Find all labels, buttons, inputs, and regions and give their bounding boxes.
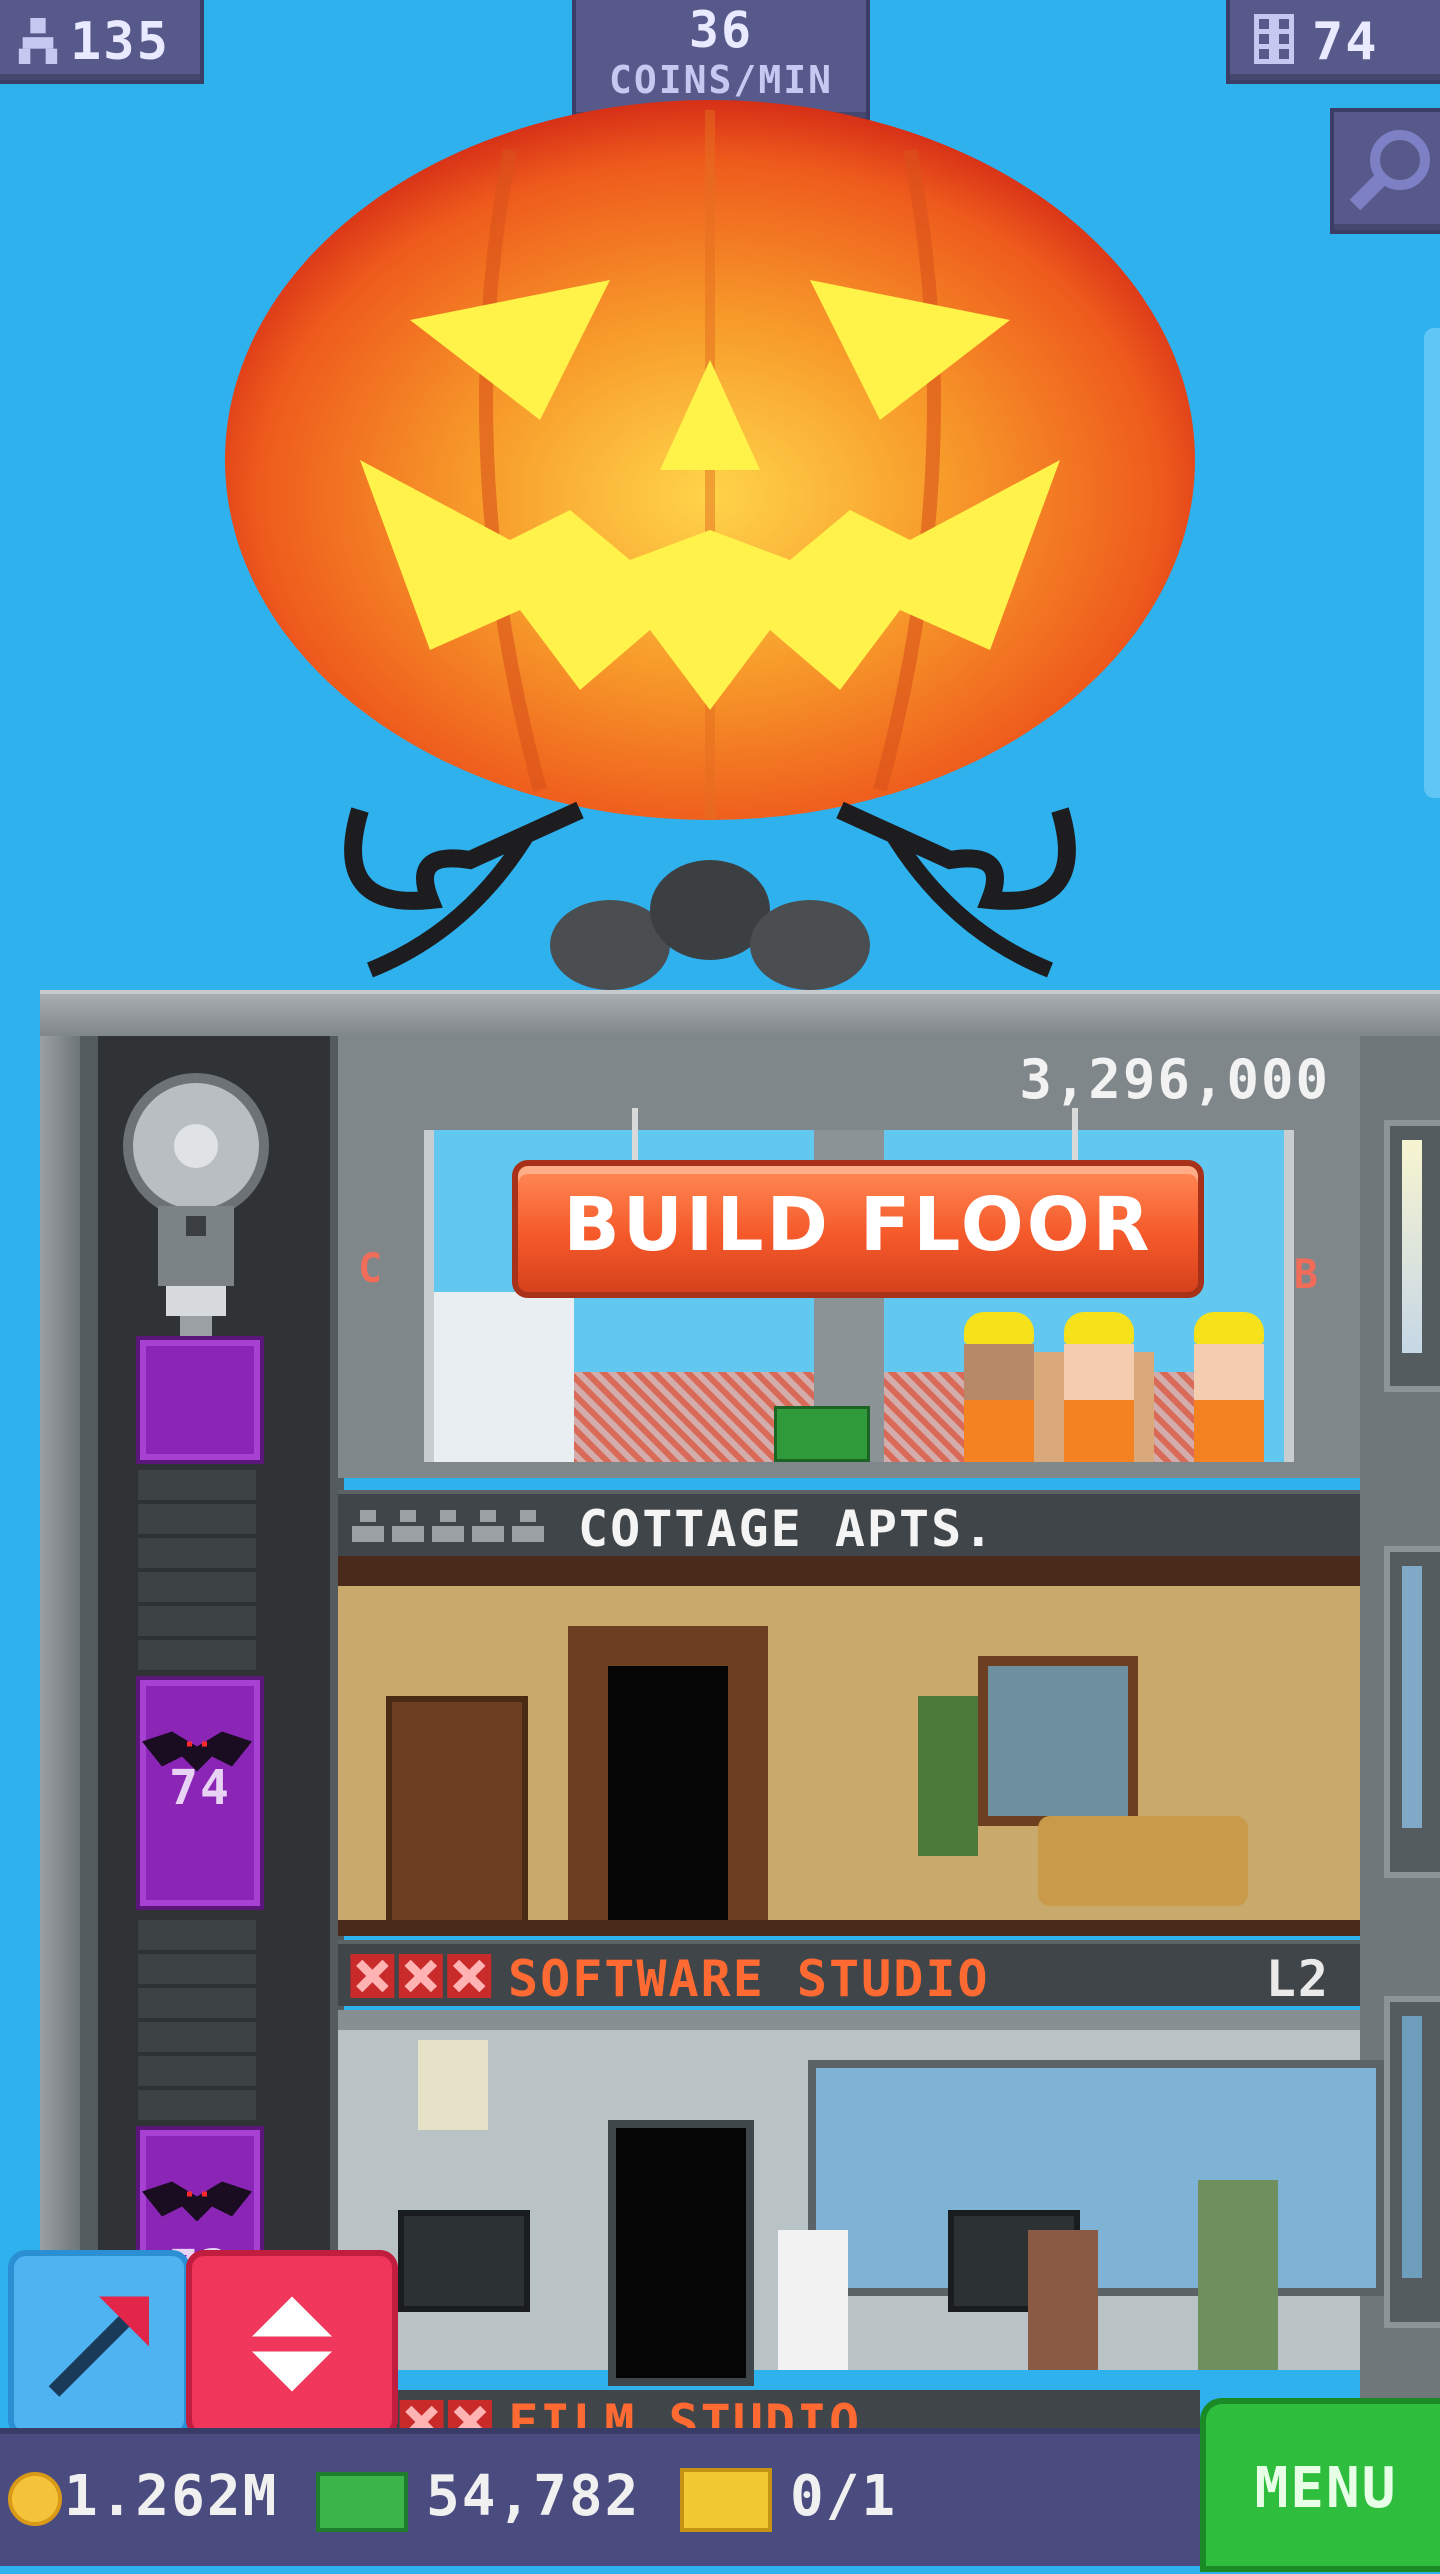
ticket-icon: [680, 2468, 772, 2532]
pumpkin-roof-decoration: [210, 90, 1210, 990]
sign-hanger: [632, 1108, 638, 1160]
shaft-bricks: [138, 1920, 256, 2120]
closed-marks-icon: [350, 1954, 492, 1998]
worker: [778, 2230, 848, 2370]
worker: [1194, 1312, 1264, 1462]
tower-bux-icon: [316, 2472, 408, 2532]
up-down-arrows-icon: [252, 2296, 332, 2392]
elevator-control-button[interactable]: [186, 2250, 398, 2438]
floor-count-value: 74: [1312, 12, 1379, 72]
bat-icon: [142, 2181, 252, 2222]
elevator-car-top[interactable]: [136, 1336, 264, 1464]
elevator-stop-74[interactable]: 74: [136, 1676, 264, 1910]
build-floor-button[interactable]: BUILD FLOOR: [512, 1160, 1204, 1298]
arrow-icon: [48, 2296, 149, 2397]
population-value: 135: [70, 12, 170, 72]
right-window: [1384, 1546, 1440, 1878]
floor-tag-left: C: [358, 1246, 385, 1292]
coins-per-min-value: 36: [688, 1, 754, 59]
bux-value: 54,782: [426, 2464, 641, 2529]
build-cost: 3,296,000: [1019, 1048, 1330, 1111]
floor-label-film-studio[interactable]: FILM STUDIO: [338, 2390, 1200, 2430]
tickets-value: 0/1: [790, 2464, 898, 2529]
floor-counter[interactable]: 74: [1226, 0, 1440, 84]
population-counter[interactable]: 135: [0, 0, 204, 84]
floor-label-software-studio[interactable]: SOFTWARE STUDIO L2: [338, 1940, 1360, 2008]
zoom-button[interactable]: [1330, 108, 1440, 234]
right-window: [1384, 1996, 1440, 2328]
floor-name: SOFTWARE STUDIO: [508, 1950, 990, 2008]
sign-hanger: [1072, 1108, 1078, 1160]
coin-icon: [8, 2472, 62, 2526]
software-studio-room[interactable]: [338, 2010, 1384, 2386]
shaft-bricks: [138, 1470, 256, 1670]
floor-label-cottage[interactable]: COTTAGE APTS.: [338, 1490, 1360, 1558]
person-icon: [18, 18, 58, 64]
closed-marks-icon: [399, 2400, 492, 2430]
coins-value: 1.262M: [64, 2464, 279, 2529]
magnifier-icon: [1349, 130, 1430, 211]
floor-level: L2: [1265, 1950, 1330, 2008]
worker: [1064, 1312, 1134, 1462]
right-window: [1384, 1120, 1440, 1392]
jack-o-lantern-image: [225, 100, 1195, 990]
tower-left-wall: [40, 1036, 80, 2456]
floor-name: FILM STUDIO: [508, 2394, 862, 2430]
bat-icon: [142, 1731, 252, 1772]
resident-slots-icon: [352, 1510, 544, 1542]
worker: [1028, 2230, 1098, 2370]
elevator-motor-icon: [123, 1073, 269, 1336]
side-drawer-tab[interactable]: [1424, 328, 1440, 798]
building-icon: [1254, 14, 1294, 64]
tower-roof: [40, 990, 1440, 1040]
cottage-apartment-room[interactable]: [338, 1556, 1360, 1936]
worker: [964, 1312, 1034, 1462]
floor-name: COTTAGE APTS.: [578, 1500, 996, 1558]
floor-tag-right: B: [1293, 1252, 1320, 1298]
menu-button[interactable]: MENU: [1200, 2398, 1440, 2572]
quick-travel-button[interactable]: [8, 2250, 190, 2438]
